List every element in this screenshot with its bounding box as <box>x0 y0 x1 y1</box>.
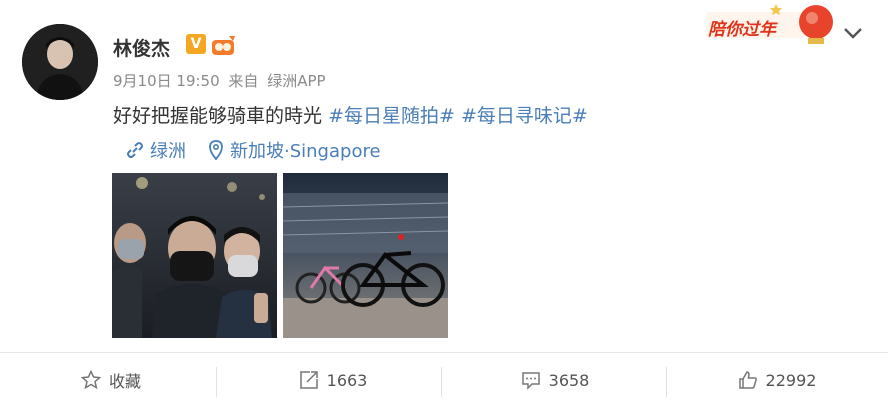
photo-selfie-group[interactable] <box>112 173 277 338</box>
avatar[interactable] <box>22 24 98 100</box>
post-source-prefix: 来自 <box>228 72 259 90</box>
like-button[interactable]: 22992 <box>666 353 888 407</box>
post-meta: 9月10日 19:50 来自 绿洲APP <box>113 70 326 91</box>
location-link[interactable]: 新加坡·Singapore <box>208 137 381 163</box>
share-count: 1663 <box>326 370 368 390</box>
verified-badge-icon: V <box>186 34 206 54</box>
share-icon <box>299 371 318 389</box>
location-label: 新加坡·Singapore <box>230 141 381 162</box>
post-body: 好好把握能够骑車的時光 <box>113 105 323 127</box>
link-oasis[interactable]: 绿洲 <box>126 137 186 163</box>
location-pin-icon <box>209 140 223 160</box>
vip-crown-icon[interactable] <box>211 34 237 56</box>
comment-icon <box>521 372 540 390</box>
like-count: 22992 <box>765 370 817 390</box>
link-icon <box>127 142 143 158</box>
chevron-down-icon[interactable] <box>842 24 864 42</box>
thumbs-up-icon <box>738 371 757 389</box>
divider <box>216 367 217 397</box>
share-button[interactable]: 1663 <box>222 353 444 407</box>
action-bar: 收藏 1663 3658 22992 <box>0 353 888 407</box>
post-text: 好好把握能够骑車的時光 #每日星随拍# #每日寻味记# <box>113 101 588 128</box>
divider <box>666 367 667 397</box>
user-name[interactable]: 林俊杰 <box>113 34 170 61</box>
post-source[interactable]: 绿洲APP <box>267 72 325 90</box>
star-icon <box>80 370 101 390</box>
post-links: 绿洲 新加坡·Singapore <box>126 137 403 163</box>
link-label: 绿洲 <box>150 141 186 162</box>
divider <box>441 367 442 397</box>
comment-button[interactable]: 3658 <box>444 353 666 407</box>
favorite-button[interactable]: 收藏 <box>0 353 222 407</box>
comment-count: 3658 <box>548 370 590 390</box>
hashtag-link[interactable]: #每日星随拍# <box>328 105 455 127</box>
post-date[interactable]: 9月10日 19:50 <box>113 72 220 90</box>
hashtag-link[interactable]: #每日寻味记# <box>461 105 588 127</box>
favorite-label: 收藏 <box>108 372 141 391</box>
festival-banner-label[interactable]: 陪你过年 <box>708 15 776 40</box>
photo-bicycles[interactable] <box>283 173 448 338</box>
